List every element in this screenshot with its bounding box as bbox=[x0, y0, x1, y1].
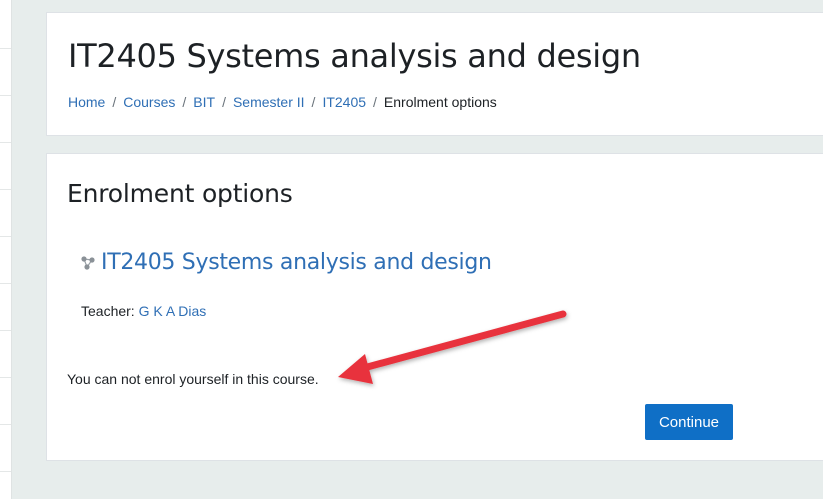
breadcrumb: Home / Courses / BIT / Semester II / IT2405 / Enro… bbox=[68, 94, 497, 110]
breadcrumb-courses[interactable]: Courses bbox=[123, 94, 175, 110]
drawer-divider bbox=[0, 471, 11, 472]
course-icon bbox=[80, 255, 96, 271]
drawer-divider bbox=[0, 142, 11, 143]
drawer-divider bbox=[0, 189, 11, 190]
course-name-link[interactable]: IT2405 Systems analysis and design bbox=[101, 250, 492, 275]
breadcrumb-separator: / bbox=[311, 94, 316, 110]
drawer-divider bbox=[0, 95, 11, 96]
breadcrumb-course[interactable]: IT2405 bbox=[322, 94, 366, 110]
enrolment-message: You can not enrol yourself in this cours… bbox=[67, 371, 319, 387]
breadcrumb-home[interactable]: Home bbox=[68, 94, 105, 110]
drawer-divider bbox=[0, 236, 11, 237]
drawer-divider bbox=[0, 330, 11, 331]
breadcrumb-separator: / bbox=[182, 94, 187, 110]
drawer-divider bbox=[0, 283, 11, 284]
drawer-divider bbox=[0, 377, 11, 378]
section-title: Enrolment options bbox=[67, 179, 293, 208]
drawer-divider bbox=[0, 48, 11, 49]
breadcrumb-separator: / bbox=[112, 94, 117, 110]
breadcrumb-separator: / bbox=[222, 94, 226, 110]
breadcrumb-bit[interactable]: BIT bbox=[193, 94, 215, 110]
continue-button[interactable]: Continue bbox=[645, 404, 733, 440]
teacher-label: Teacher: bbox=[81, 303, 135, 319]
teacher-row: Teacher: G K A Dias bbox=[81, 303, 206, 319]
enrolment-panel: Enrolment options IT2405 Systems analysi… bbox=[46, 153, 823, 461]
breadcrumb-current: Enrolment options bbox=[383, 94, 497, 110]
drawer-divider bbox=[0, 424, 11, 425]
page-header: IT2405 Systems analysis and design Home /… bbox=[46, 12, 823, 136]
left-drawer-edge bbox=[0, 0, 12, 499]
page-title: IT2405 Systems analysis and design bbox=[68, 37, 641, 75]
breadcrumb-semester[interactable]: Semester II bbox=[233, 94, 305, 110]
teacher-name-link[interactable]: G K A Dias bbox=[139, 303, 207, 319]
breadcrumb-separator: / bbox=[373, 94, 377, 110]
